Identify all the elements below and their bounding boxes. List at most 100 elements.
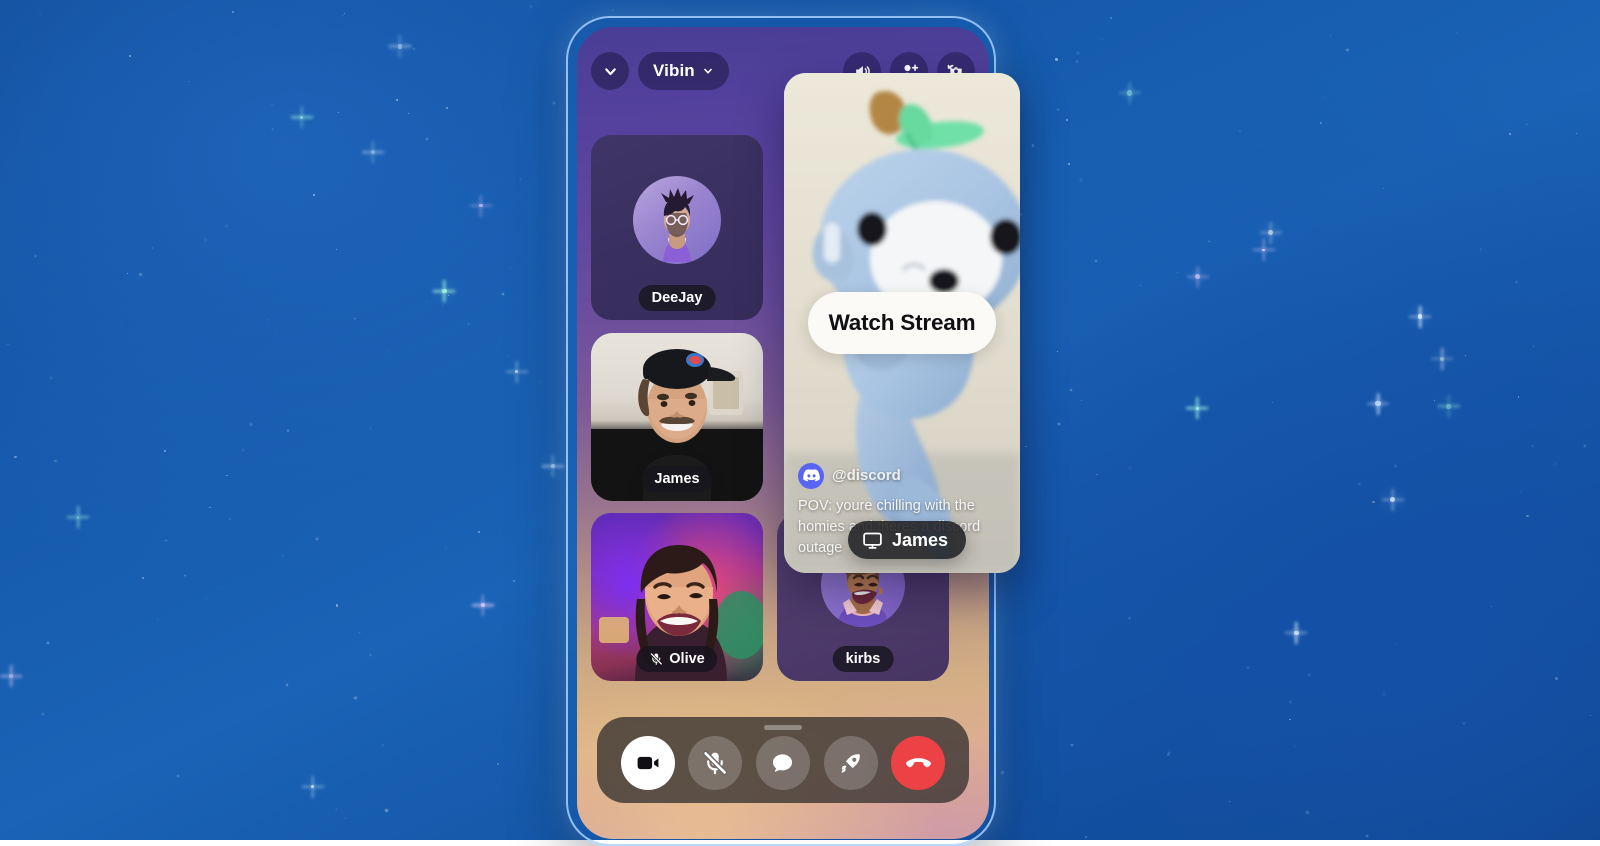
collapse-call-button[interactable] [591, 52, 629, 90]
star-sparkle [481, 603, 485, 607]
star-dot [520, 179, 521, 180]
stream-preview-card[interactable]: Watch Stream @discord POV: youre chillin… [784, 73, 1020, 573]
star-dot [1465, 355, 1466, 356]
star-dot [1584, 445, 1586, 447]
star-dot [1081, 400, 1082, 401]
participant-name-pill: Olive [636, 646, 717, 672]
star-dot [1129, 617, 1131, 619]
star-dot [1526, 515, 1528, 517]
star-dot [1359, 483, 1361, 485]
star-dot [1077, 52, 1079, 54]
star-dot [1076, 60, 1078, 62]
mic-button[interactable] [688, 736, 742, 790]
star-dot [129, 55, 131, 57]
discord-logo-icon [798, 463, 824, 489]
star-dot [448, 295, 449, 296]
star-dot [1057, 109, 1059, 111]
participant-name-pill: DeeJay [639, 285, 716, 311]
star-dot [345, 818, 346, 819]
star-dot [1057, 351, 1058, 352]
star-dot [1383, 694, 1384, 695]
star-dot [388, 351, 390, 353]
star-sparkle [1268, 230, 1273, 235]
watch-stream-button[interactable]: Watch Stream [808, 292, 996, 354]
star-dot [1066, 119, 1068, 121]
star-dot [1306, 811, 1308, 813]
avatar [633, 176, 721, 264]
star-dot [47, 642, 49, 644]
star-dot [1511, 82, 1512, 83]
star-dot [502, 293, 504, 295]
star-sparkle [1127, 90, 1132, 95]
star-dot [221, 587, 222, 588]
star-dot [1177, 272, 1178, 273]
star-dot [1554, 463, 1556, 465]
drag-handle[interactable] [764, 725, 802, 730]
server-name-dropdown[interactable]: Vibin [638, 52, 729, 90]
stream-handle: @discord [832, 467, 901, 484]
participant-tile-deejay[interactable]: DeeJay [591, 135, 763, 320]
chevron-down-icon [602, 63, 619, 80]
star-dot [232, 11, 234, 13]
participant-name: Olive [669, 651, 704, 667]
participant-name: kirbs [846, 651, 881, 667]
star-sparkle [1195, 274, 1200, 279]
star-dot [191, 699, 192, 700]
star-dot [1520, 491, 1521, 492]
star-dot [1055, 58, 1057, 60]
star-sparkle [1262, 249, 1265, 252]
star-dot [592, 16, 593, 17]
star-dot [1533, 346, 1534, 347]
chat-button[interactable] [756, 736, 810, 790]
star-dot [54, 460, 56, 462]
star-sparkle [1418, 314, 1423, 319]
star-dot [1167, 754, 1169, 756]
star-dot [35, 255, 36, 256]
star-dot [184, 575, 185, 576]
star-dot [1229, 801, 1230, 802]
star-dot [478, 531, 480, 533]
star-dot [336, 249, 337, 250]
star-dot [468, 323, 469, 324]
star-dot [287, 429, 289, 431]
star-dot [413, 48, 415, 50]
star-dot [1532, 445, 1533, 446]
star-dot [316, 538, 318, 540]
star-dot [1095, 260, 1097, 262]
star-dot [14, 456, 16, 458]
screenshare-badge[interactable]: James [848, 521, 966, 559]
star-dot [1289, 719, 1291, 721]
star-dot [40, 14, 41, 15]
activities-button[interactable] [824, 736, 878, 790]
star-sparkle [398, 44, 403, 49]
participant-tile-olive[interactable]: Olive [591, 513, 763, 681]
star-dot [164, 450, 166, 452]
star-dot [1058, 423, 1060, 425]
star-dot [177, 775, 179, 777]
star-dot [396, 99, 398, 101]
star-dot [1068, 163, 1069, 164]
star-dot [1308, 674, 1310, 676]
star-dot [242, 449, 244, 451]
star-sparkle [1375, 401, 1381, 407]
star-dot [1295, 746, 1296, 747]
star-dot [1085, 836, 1086, 837]
hangup-button[interactable] [891, 736, 945, 790]
star-dot [1516, 281, 1518, 283]
camera-button[interactable] [621, 736, 675, 790]
chevron-down-icon [702, 65, 714, 77]
star-dot [1101, 38, 1103, 40]
participant-tile-james[interactable]: James [591, 333, 763, 501]
star-dot [1456, 32, 1457, 33]
star-dot [1140, 285, 1142, 287]
star-dot [124, 768, 125, 769]
participant-name-pill: kirbs [833, 646, 894, 672]
star-dot [1020, 214, 1022, 216]
star-dot [1518, 396, 1519, 397]
star-dot [226, 225, 227, 226]
star-dot [446, 107, 448, 109]
star-dot [344, 13, 345, 14]
star-dot [1070, 389, 1072, 391]
star-dot [250, 423, 252, 425]
star-dot [354, 318, 356, 320]
